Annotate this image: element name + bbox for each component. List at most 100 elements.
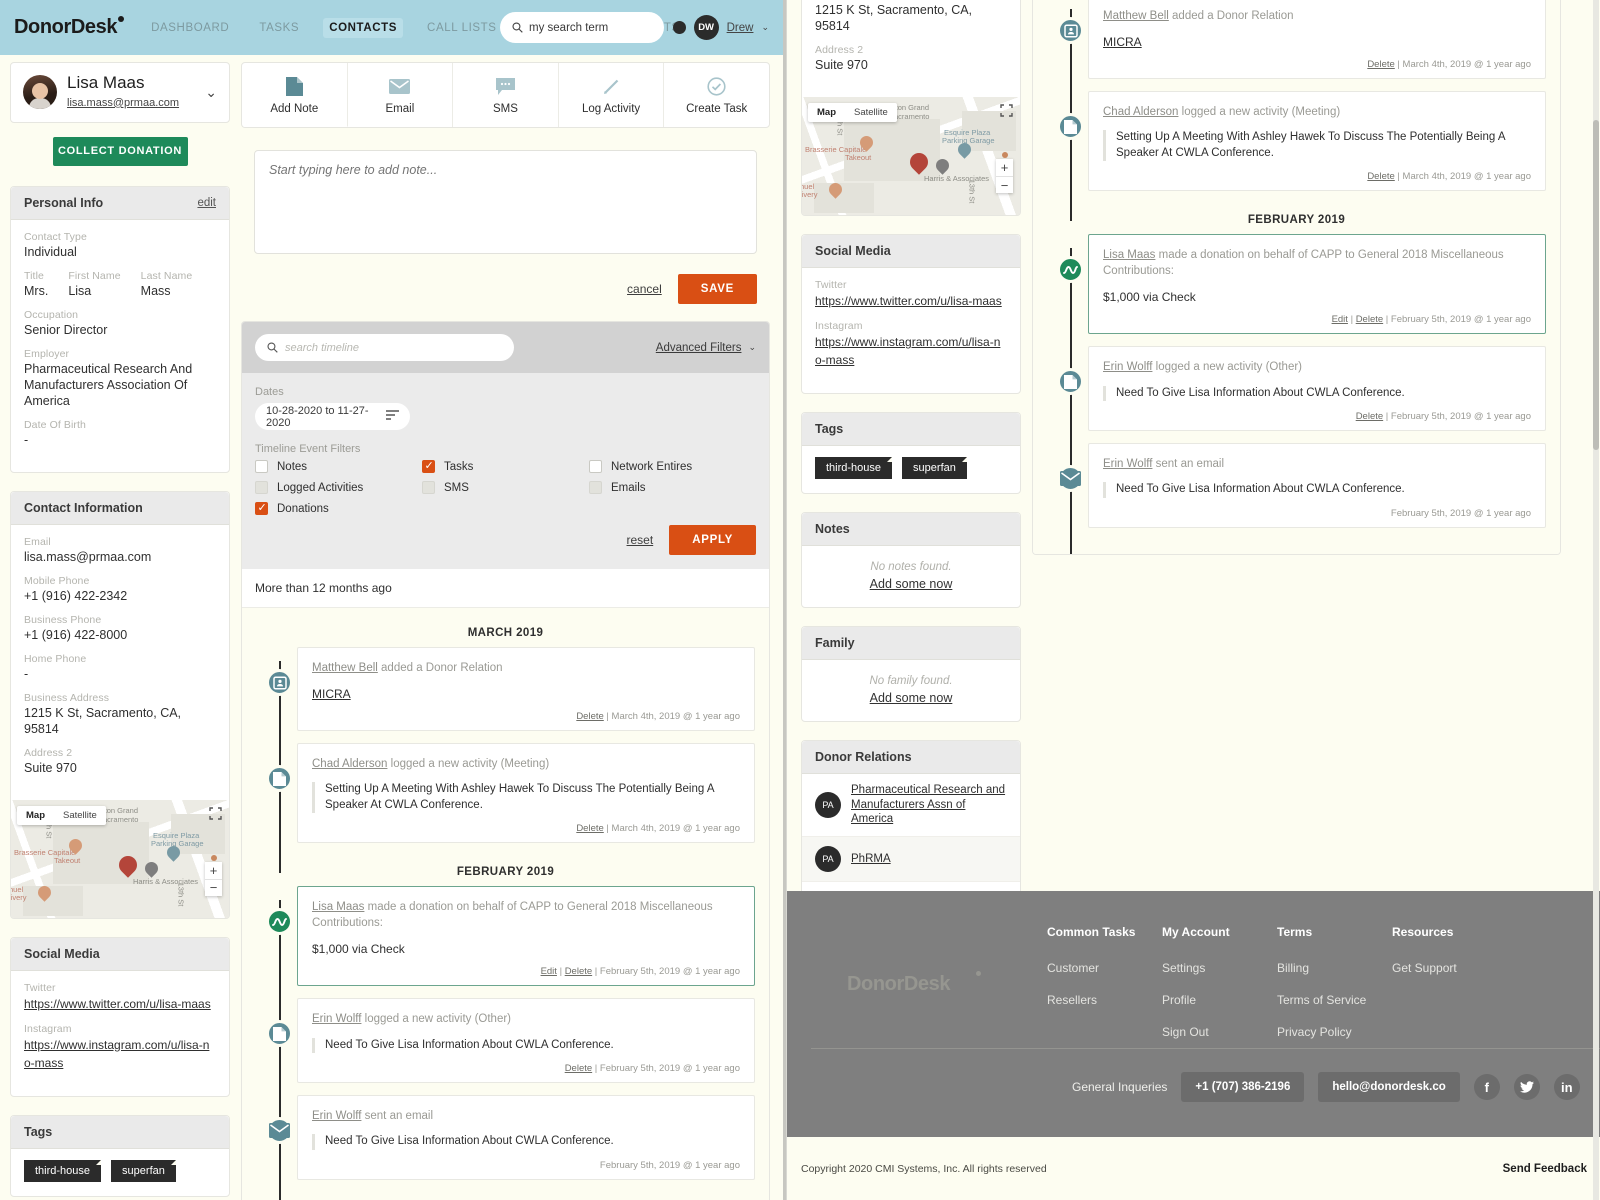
donor-relation-link[interactable]: Pharmaceutical Research and Manufacturer… xyxy=(851,783,1007,827)
social-link[interactable]: https://www.twitter.com/u/lisa-maas xyxy=(24,997,211,1011)
footer-email-button[interactable]: hello@donordesk.co xyxy=(1318,1072,1460,1102)
timeline-delete-link[interactable]: Delete xyxy=(1367,59,1394,70)
footer-link[interactable]: Privacy Policy xyxy=(1277,1025,1354,1039)
social-link[interactable]: https://www.instagram.com/u/lisa-no-mass xyxy=(815,335,1000,367)
timeline-actor-link[interactable]: Chad Alderson xyxy=(312,758,387,770)
timeline-actor-link[interactable]: Erin Wolff xyxy=(312,1013,361,1025)
checkbox-box[interactable] xyxy=(589,460,602,473)
action-tab-email[interactable]: Email xyxy=(348,63,454,127)
filter-checkbox-logged-activities[interactable]: Logged Activities xyxy=(255,481,422,494)
social-link[interactable]: https://www.twitter.com/u/lisa-maas xyxy=(815,294,1002,308)
footer-link[interactable]: Resellers xyxy=(1047,993,1124,1007)
timeline-main-link[interactable]: MICRA xyxy=(1103,35,1142,49)
timeline-delete-link[interactable]: Delete xyxy=(1367,171,1394,182)
map-tab-map[interactable]: Map xyxy=(808,103,845,122)
timeline-actor-link[interactable]: Lisa Maas xyxy=(312,901,364,913)
map-zoom-out-button[interactable]: − xyxy=(205,878,222,896)
footer-link[interactable]: Billing xyxy=(1277,961,1354,975)
footer-link[interactable]: Get Support xyxy=(1392,961,1469,975)
timeline-edit-link[interactable]: Edit xyxy=(1332,314,1348,325)
tag-chip[interactable]: superfan xyxy=(111,1159,176,1182)
donor-relation-row[interactable]: PA PhRMA xyxy=(802,837,1020,883)
timeline-actor-link[interactable]: Matthew Bell xyxy=(1103,10,1169,22)
map-zoom-in-button[interactable]: + xyxy=(205,862,222,879)
checkbox-box[interactable] xyxy=(255,481,268,494)
app-logo[interactable]: DonorDesk xyxy=(14,16,125,39)
linkedin-icon[interactable]: in xyxy=(1553,1074,1580,1100)
tag-chip[interactable]: third-house xyxy=(815,457,893,479)
map-tab-map[interactable]: Map xyxy=(17,806,54,825)
checkbox-box[interactable] xyxy=(255,501,268,515)
tag-chip[interactable]: third-house xyxy=(24,1159,102,1182)
personal-info-edit-link[interactable]: edit xyxy=(197,197,216,209)
donor-relation-link[interactable]: PhRMA xyxy=(851,852,891,867)
location-map[interactable]: lton Grand acramento Brasserie Capitale … xyxy=(802,97,1020,215)
timeline-delete-link[interactable]: Delete xyxy=(576,823,603,834)
filter-checkbox-emails[interactable]: Emails xyxy=(589,481,756,494)
filter-checkbox-network-entires[interactable]: Network Entires xyxy=(589,460,756,473)
note-cancel-link[interactable]: cancel xyxy=(627,282,662,296)
action-tab-log-activity[interactable]: Log Activity xyxy=(559,63,665,127)
note-textarea[interactable] xyxy=(254,150,757,254)
nav-item-contacts[interactable]: CONTACTS xyxy=(323,17,404,38)
family-card-add-link[interactable]: Add some now xyxy=(870,691,953,705)
timeline-delete-link[interactable]: Delete xyxy=(576,711,603,722)
map-zoom-controls[interactable]: + − xyxy=(996,159,1013,193)
global-search[interactable]: my search term xyxy=(500,12,664,43)
date-range-picker[interactable]: 10-28-2020 to 11-27-2020 xyxy=(255,403,410,430)
map-type-toggle[interactable]: Map Satellite xyxy=(17,805,106,825)
nav-item-call-lists[interactable]: CALL LISTS xyxy=(421,18,503,38)
twitter-icon[interactable] xyxy=(1513,1074,1540,1100)
map-type-toggle[interactable]: Map Satellite xyxy=(808,103,897,122)
map-zoom-out-button[interactable]: − xyxy=(996,176,1013,193)
timeline-delete-link[interactable]: Delete xyxy=(1356,314,1383,325)
location-map[interactable]: lton Grand acramento Brasserie Capitale … xyxy=(11,799,229,918)
social-link[interactable]: https://www.instagram.com/u/lisa-no-mass xyxy=(24,1038,209,1070)
timeline-delete-link[interactable]: Delete xyxy=(565,966,592,977)
map-tab-satellite[interactable]: Satellite xyxy=(845,103,897,122)
timeline-delete-link[interactable]: Delete xyxy=(1356,411,1383,422)
filter-reset-link[interactable]: reset xyxy=(627,533,654,547)
timeline-actor-link[interactable]: Lisa Maas xyxy=(1103,249,1155,261)
map-fullscreen-icon[interactable] xyxy=(209,806,222,820)
action-tab-sms[interactable]: SMS xyxy=(453,63,559,127)
chevron-down-icon[interactable]: ⌄ xyxy=(761,22,769,33)
timeline-actor-link[interactable]: Erin Wolff xyxy=(1103,458,1152,470)
footer-link[interactable]: Customer xyxy=(1047,961,1124,975)
timeline-main-link[interactable]: MICRA xyxy=(312,687,351,701)
note-save-button[interactable]: SAVE xyxy=(677,274,757,304)
filter-apply-button[interactable]: APPLY xyxy=(669,525,756,555)
timeline-search-input[interactable]: search timeline xyxy=(255,334,514,361)
contact-email-link[interactable]: lisa.mass@prmaa.com xyxy=(67,97,179,109)
filter-checkbox-sms[interactable]: SMS xyxy=(422,481,589,494)
filter-checkbox-notes[interactable]: Notes xyxy=(255,460,422,473)
filter-checkbox-donations[interactable]: Donations xyxy=(255,501,422,515)
user-name-label[interactable]: Drew xyxy=(727,22,754,34)
timeline-actor-link[interactable]: Erin Wolff xyxy=(1103,361,1152,373)
footer-link[interactable]: Settings xyxy=(1162,961,1239,975)
checkbox-box[interactable] xyxy=(422,481,435,494)
map-zoom-controls[interactable]: + − xyxy=(205,861,222,896)
nav-item-dashboard[interactable]: DASHBOARD xyxy=(145,18,235,38)
page-scrollbar[interactable] xyxy=(1593,0,1599,1200)
timeline-edit-link[interactable]: Edit xyxy=(541,966,557,977)
notes-card-add-link[interactable]: Add some now xyxy=(870,577,953,591)
facebook-icon[interactable]: f xyxy=(1473,1074,1500,1100)
checkbox-box[interactable] xyxy=(255,460,268,473)
action-tab-create-task[interactable]: Create Task xyxy=(664,63,769,127)
footer-link[interactable]: Terms of Service xyxy=(1277,993,1366,1007)
timeline-delete-link[interactable]: Delete xyxy=(565,1063,592,1074)
footer-phone-button[interactable]: +1 (707) 386-2196 xyxy=(1181,1072,1305,1102)
footer-link[interactable]: Profile xyxy=(1162,993,1239,1007)
donor-relation-row[interactable]: PA Pharmaceutical Research and Manufactur… xyxy=(802,774,1020,838)
map-tab-satellite[interactable]: Satellite xyxy=(54,806,106,825)
timeline-actor-link[interactable]: Matthew Bell xyxy=(312,662,378,674)
tag-chip[interactable]: superfan xyxy=(902,457,967,479)
checkbox-box[interactable] xyxy=(422,459,435,473)
action-tab-add-note[interactable]: Add Note xyxy=(242,63,348,127)
map-zoom-in-button[interactable]: + xyxy=(996,159,1013,176)
checkbox-box[interactable] xyxy=(589,481,602,494)
notification-dot-icon[interactable] xyxy=(672,21,686,34)
collect-donation-button[interactable]: COLLECT DONATION xyxy=(52,136,188,166)
timeline-actor-link[interactable]: Erin Wolff xyxy=(312,1110,361,1122)
